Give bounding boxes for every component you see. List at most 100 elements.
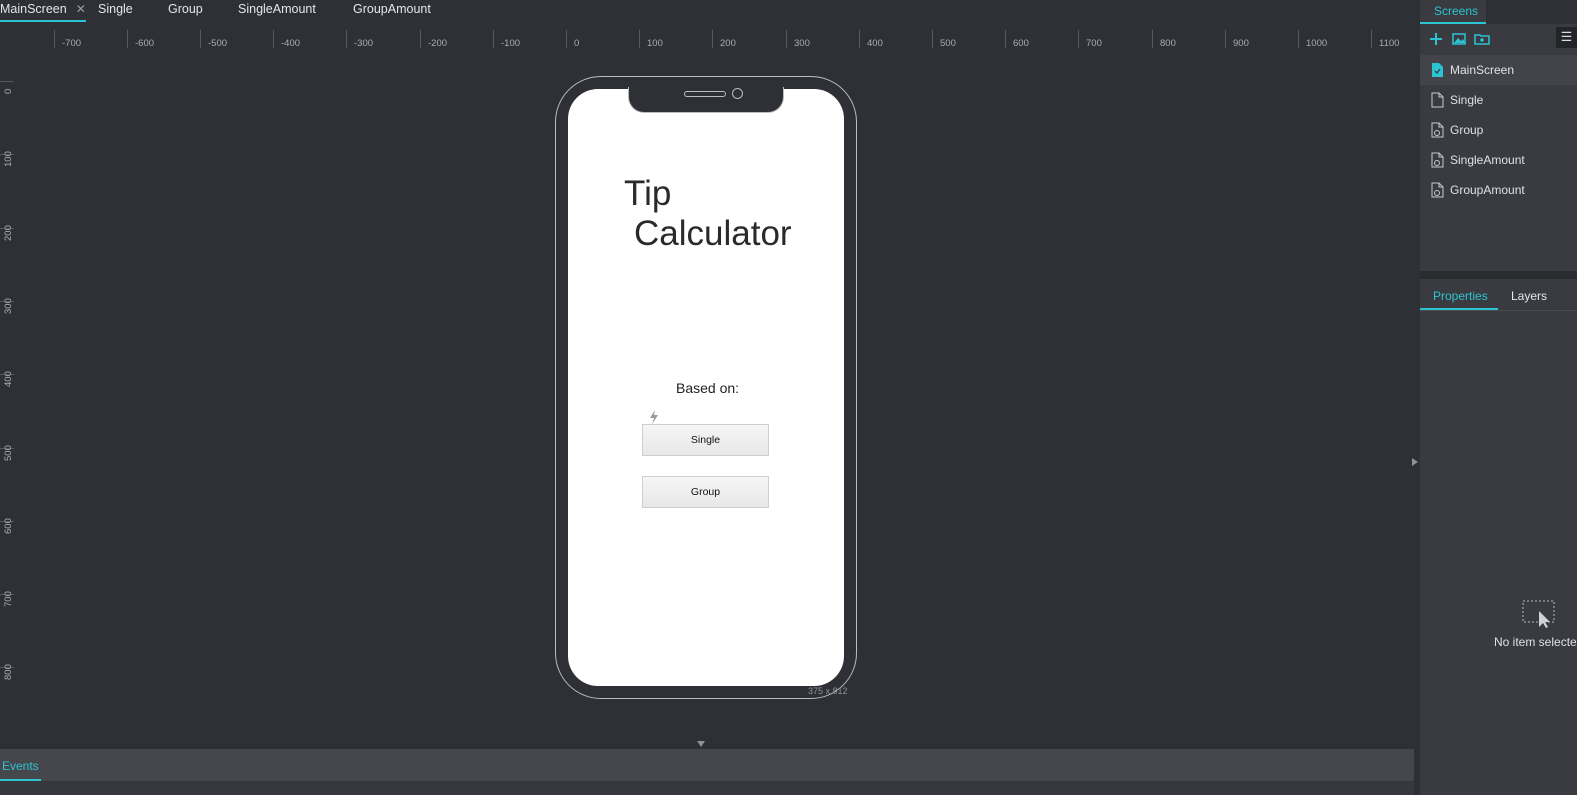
screen-size-label: 375 x 812 [808,686,848,696]
ruler-tick [54,30,55,48]
tab-label: Single [98,2,133,16]
ruler-tick [712,30,713,48]
tab-events[interactable]: Events [0,759,41,781]
screen-file-icon [1431,92,1444,108]
ruler-label: 800 [1160,38,1176,49]
ruler-label: 100 [3,151,14,167]
collapse-down-icon[interactable] [697,741,705,747]
screen-item-label: Single [1450,93,1484,107]
screen-item-single[interactable]: Single [1420,85,1577,115]
ruler-label: 200 [3,225,14,241]
tab-single[interactable]: Single [98,0,133,22]
tab-singleamount[interactable]: SingleAmount [238,0,316,22]
ruler-label: 300 [794,38,810,49]
group-button[interactable]: Group [642,476,769,508]
ruler-label: 500 [3,445,14,461]
title-tip[interactable]: Tip [624,174,671,214]
ruler-label: -100 [501,38,521,49]
tab-group[interactable]: Group [168,0,203,22]
ruler-label: -700 [62,38,82,49]
tab-label: SingleAmount [238,2,316,16]
screen-item-mainscreen[interactable]: MainScreen [1420,55,1577,85]
tab-layers[interactable]: Layers [1511,289,1547,303]
screen-item-label: SingleAmount [1450,153,1525,167]
ruler-label: 700 [1086,38,1102,49]
ruler-label: 400 [3,371,14,387]
ruler-label: 200 [720,38,736,49]
ruler-tick [566,30,567,48]
screen-item-group[interactable]: Group [1420,115,1577,145]
ruler-label: -400 [281,38,301,49]
tab-label: GroupAmount [353,2,431,16]
no-item-selected-label: No item selected [1494,635,1577,649]
expand-right-icon[interactable] [1412,458,1418,466]
ruler-label: 400 [867,38,883,49]
lightning-icon[interactable] [648,410,660,424]
screen-item-singleamount[interactable]: SingleAmount [1420,145,1577,175]
ruler-tick [859,30,860,48]
screen-tabs-bar: MainScreen ✕ Single Group SingleAmount Gr… [0,0,1420,22]
screens-header [1486,0,1577,24]
camera-icon [732,88,743,99]
ruler-label: 600 [1013,38,1029,49]
close-icon[interactable]: ✕ [76,2,86,16]
ruler-label: 1000 [1306,38,1328,49]
tab-groupamount[interactable]: GroupAmount [353,0,431,22]
ruler-tick [639,30,640,48]
ruler-label: -500 [208,38,228,49]
ruler-label: 100 [647,38,663,49]
ruler-tick [786,30,787,48]
ruler-label: 0 [574,38,580,49]
tab-label: Group [168,2,203,16]
ruler-tick [1152,30,1153,48]
ruler-label: 300 [3,298,14,314]
ruler-tick [346,30,347,48]
tab-properties[interactable]: Properties [1433,289,1488,303]
ruler-tick [1371,30,1372,48]
ruler-label: 0 [3,88,14,94]
title-calculator[interactable]: Calculator [634,214,792,254]
ruler-tick [0,81,14,82]
screen-file-icon [1431,182,1444,198]
screen-item-groupamount[interactable]: GroupAmount [1420,175,1577,205]
menu-icon[interactable]: ☰ [1556,27,1577,48]
ruler-tick [420,30,421,48]
events-panel: Events [0,749,1414,781]
tab-screens[interactable]: Screens [1420,0,1486,24]
speaker-icon [684,91,726,97]
ruler-tick [1298,30,1299,48]
ruler-label: -200 [428,38,448,49]
ruler-tick [1005,30,1006,48]
add-folder-icon[interactable] [1474,31,1490,47]
ruler-label: 700 [3,591,14,607]
add-screen-icon[interactable] [1428,31,1444,47]
tab-mainscreen[interactable]: MainScreen ✕ [0,0,86,22]
ruler-tick [1078,30,1079,48]
ruler-tick [493,30,494,48]
screen-item-label: GroupAmount [1450,183,1525,197]
panel-divider[interactable] [1420,271,1577,279]
screen-file-icon [1432,63,1443,77]
tab-label: MainScreen [0,2,67,16]
ruler-label: -300 [354,38,374,49]
ruler-tick [1225,30,1226,48]
horizontal-ruler: -700 -600 -500 -400 -300 -200 -100 0 100 200 300 40… [0,28,1420,50]
add-image-icon[interactable] [1451,31,1467,47]
based-on-label[interactable]: Based on: [676,380,739,396]
screen-file-icon [1431,152,1444,168]
single-button[interactable]: Single [642,424,769,456]
ruler-label: 500 [940,38,956,49]
ruler-label: 600 [3,518,14,534]
events-panel-body [0,781,1414,795]
no-selection-icon [1522,600,1555,628]
screen-item-label: MainScreen [1450,63,1515,77]
right-panel: Screens ☰ MainScreen Single Group Single… [1420,0,1577,795]
ruler-label: 800 [3,664,14,680]
active-tab-indicator [1420,308,1498,310]
screen-item-label: Group [1450,123,1484,137]
ruler-tick [273,30,274,48]
ruler-tick [127,30,128,48]
ruler-tick [932,30,933,48]
screens-toolbar [1420,26,1577,54]
properties-tabs: Properties Layers [1420,281,1577,311]
